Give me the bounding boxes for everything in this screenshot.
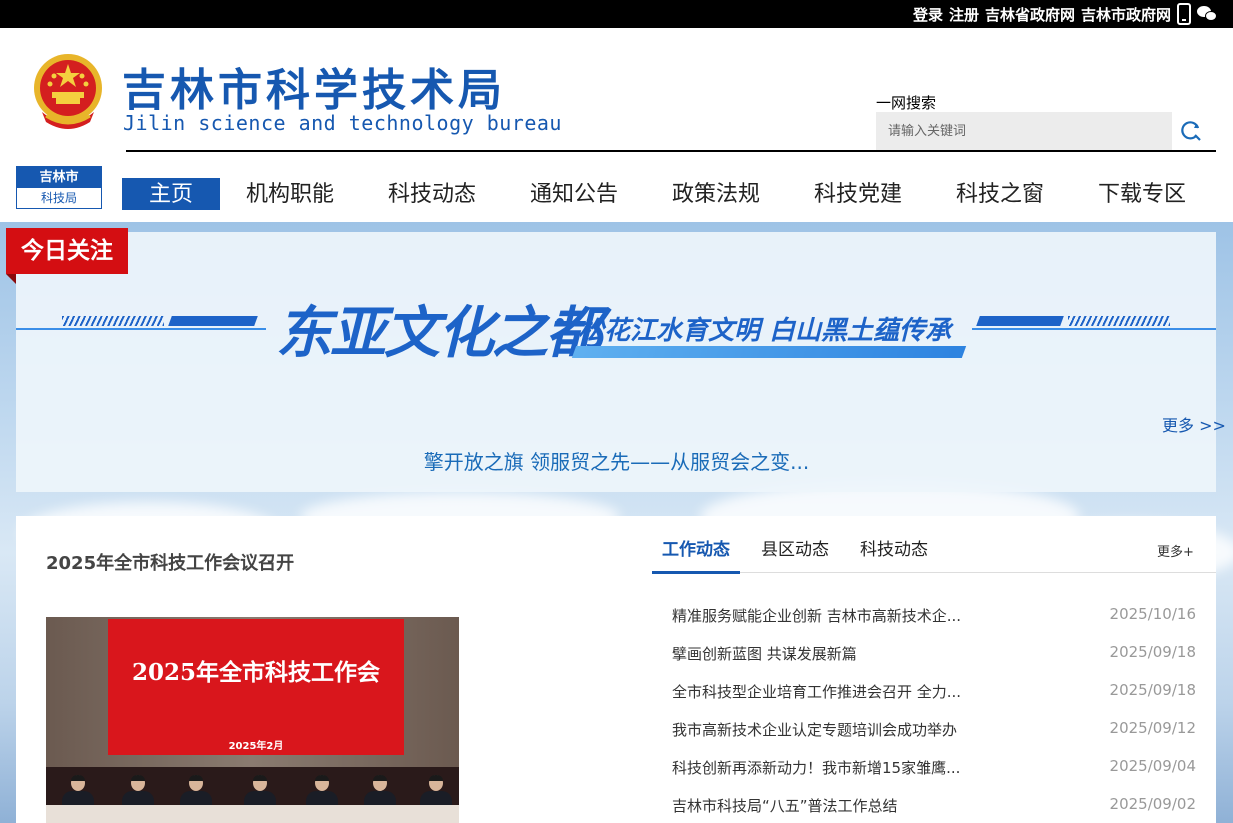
top-links: 登录 注册 吉林省政府网 吉林市政府网 (913, 0, 1219, 28)
photo-screen-title: 2025年全市科技工作会 (131, 659, 380, 686)
news-item-date: 2025/09/04 (1109, 757, 1196, 775)
main-nav: 主页 机构职能 科技动态 通知公告 政策法规 科技党建 科技之窗 下载专区 (122, 178, 1222, 210)
nav-tech-window[interactable]: 科技之窗 (950, 178, 1050, 210)
focus-headline-link[interactable]: 擎开放之旗 领服贸之先——从服贸会之变... (0, 446, 1233, 475)
news-item-title: 科技创新再添新动力！我市新增15家雏鹰... (672, 759, 961, 777)
news-item-title: 擘画创新蓝图 共谋发展新篇 (672, 645, 857, 663)
slogan-underline (571, 346, 967, 358)
news-item-title: 吉林市科技局“八五”普法工作总结 (672, 797, 898, 815)
slogan-sub: 松花江水育文明 白山黑土蕴传承 (578, 316, 952, 346)
focus-tag-fold (6, 274, 16, 284)
list-item[interactable]: 精准服务赋能企业创新 吉林市高新技术企... 2025/10/16 (672, 605, 1196, 627)
today-focus-tag: 今日关注 (6, 228, 128, 274)
list-item[interactable]: 吉林市科技局“八五”普法工作总结 2025/09/02 (672, 795, 1196, 817)
register-link[interactable]: 注册 (949, 4, 979, 25)
org-badge: 吉林市 科技局 (16, 166, 102, 209)
news-item-date: 2025/09/02 (1109, 795, 1196, 813)
news-more-link[interactable]: 更多+ (1157, 541, 1194, 560)
slogan-main: 东亚文化之都 (276, 300, 602, 366)
search-input[interactable] (876, 112, 1172, 150)
search-label: 一网搜索 (876, 94, 937, 112)
wechat-icon[interactable] (1197, 5, 1219, 23)
national-emblem-icon (34, 54, 102, 129)
nav-notices[interactable]: 通知公告 (524, 178, 624, 210)
feature-photo[interactable]: 2025年全市科技工作会 2025年2月 (46, 617, 459, 823)
tab-tech-news[interactable]: 科技动态 (860, 535, 928, 560)
site-title: 吉林市科学技术局 (122, 65, 506, 116)
nav-downloads[interactable]: 下载专区 (1092, 178, 1192, 210)
banner-hatch-left (62, 316, 164, 326)
feature-news-title[interactable]: 2025年全市科技工作会议召开 (46, 549, 294, 575)
city-gov-link[interactable]: 吉林市政府网 (1081, 4, 1171, 25)
nav-policies[interactable]: 政策法规 (666, 178, 766, 210)
list-item[interactable]: 我市高新技术企业认定专题培训会成功举办 2025/09/12 (672, 719, 1196, 741)
province-gov-link[interactable]: 吉林省政府网 (985, 4, 1075, 25)
mobile-phone-icon[interactable] (1177, 3, 1191, 25)
site-subtitle: Jilin science and technology bureau (123, 111, 562, 135)
news-item-title: 全市科技型企业培育工作推进会召开 全力... (672, 683, 962, 701)
tab-work-news[interactable]: 工作动态 (662, 535, 730, 560)
list-item[interactable]: 全市科技型企业培育工作推进会召开 全力... 2025/09/18 (672, 681, 1196, 703)
list-item[interactable]: 擘画创新蓝图 共谋发展新篇 2025/09/18 (672, 643, 1196, 665)
tab-county-news[interactable]: 县区动态 (761, 535, 829, 560)
badge-bureau: 科技局 (17, 188, 101, 208)
active-tab-indicator (652, 571, 740, 574)
news-item-date: 2025/09/18 (1109, 643, 1196, 661)
news-item-title: 精准服务赋能企业创新 吉林市高新技术企... (672, 607, 962, 625)
news-item-date: 2025/10/16 (1109, 605, 1196, 623)
nav-institution[interactable]: 机构职能 (240, 178, 340, 210)
search-icon[interactable] (1176, 116, 1206, 146)
badge-city: 吉林市 (17, 167, 101, 188)
nav-party[interactable]: 科技党建 (808, 178, 908, 210)
banner-line-right (972, 328, 1216, 330)
photo-screen (108, 619, 404, 755)
banner-line-left (16, 328, 266, 330)
banner-bar-left (168, 316, 258, 326)
photo-screen-date: 2025年2月 (228, 741, 284, 752)
banner-hatch-right (1068, 316, 1170, 326)
focus-more-link[interactable]: 更多 >> (1162, 412, 1226, 436)
news-item-date: 2025/09/12 (1109, 719, 1196, 737)
slogan-dot (556, 318, 564, 326)
photo-table (46, 805, 459, 823)
news-item-title: 我市高新技术企业认定专题培训会成功举办 (672, 721, 958, 739)
nav-tech-news[interactable]: 科技动态 (382, 178, 482, 210)
nav-home[interactable]: 主页 (122, 178, 220, 210)
top-bar: 登录 注册 吉林省政府网 吉林市政府网 (0, 0, 1233, 28)
header-divider (126, 150, 1216, 152)
list-item[interactable]: 科技创新再添新动力！我市新增15家雏鹰... 2025/09/04 (672, 757, 1196, 779)
login-link[interactable]: 登录 (913, 4, 943, 25)
news-item-date: 2025/09/18 (1109, 681, 1196, 699)
banner-bar-right (976, 316, 1064, 326)
